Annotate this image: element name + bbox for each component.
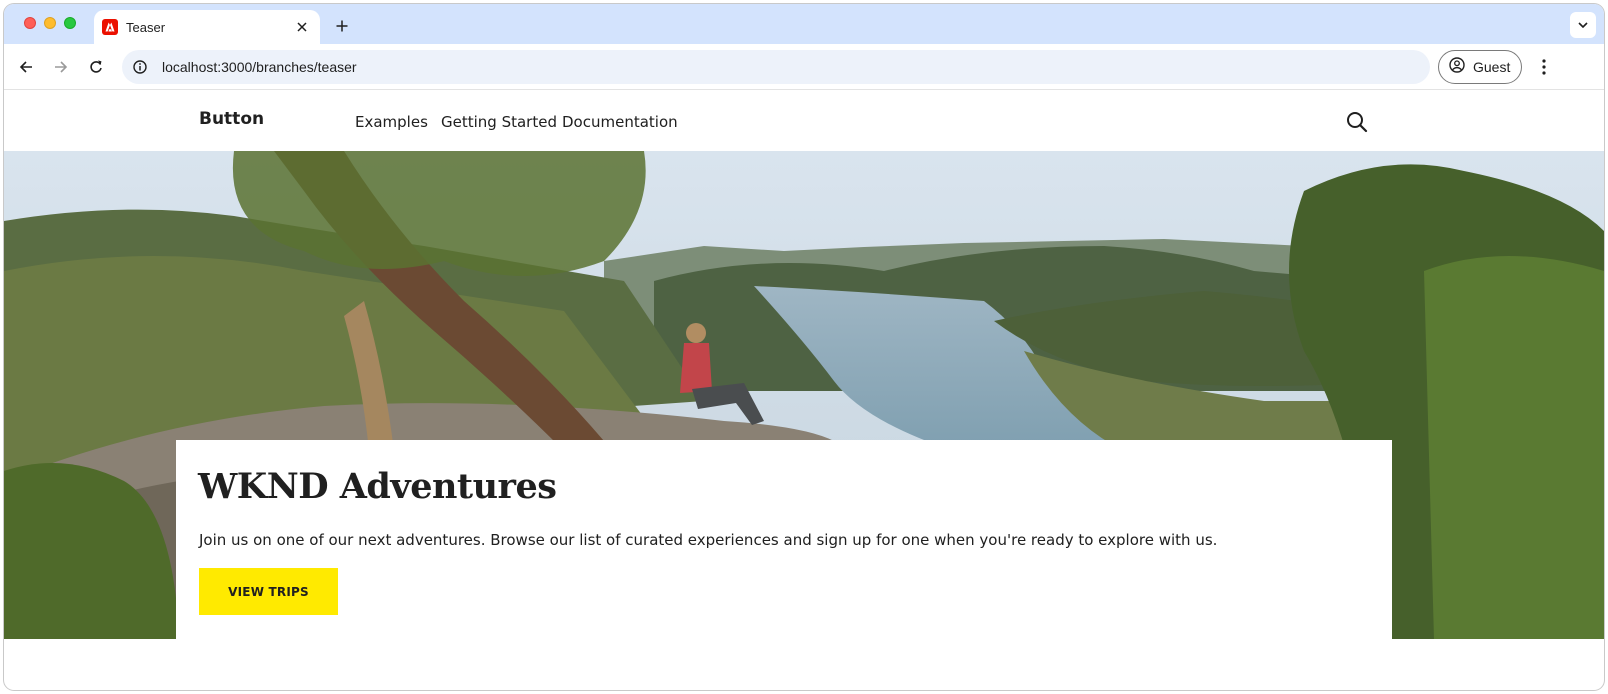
back-icon[interactable] xyxy=(12,53,40,81)
minimize-window-button[interactable] xyxy=(44,17,56,29)
maximize-window-button[interactable] xyxy=(64,17,76,29)
view-trips-button[interactable]: VIEW TRIPS xyxy=(199,568,338,615)
address-bar[interactable]: localhost:3000/branches/teaser xyxy=(122,50,1430,84)
hero-description: Join us on one of our next adventures. B… xyxy=(199,531,1218,549)
site-header: Button Examples Getting Started Document… xyxy=(4,91,1604,151)
url-text: localhost:3000/branches/teaser xyxy=(162,59,357,75)
hero-teaser: WKND Adventures Join us on one of our ne… xyxy=(4,151,1604,639)
tab-strip: Teaser xyxy=(4,4,1604,44)
tab-title: Teaser xyxy=(126,19,166,35)
active-tab[interactable]: Teaser xyxy=(94,10,320,44)
close-window-button[interactable] xyxy=(24,17,36,29)
info-icon[interactable] xyxy=(132,59,148,75)
reload-icon[interactable] xyxy=(82,53,110,81)
plus-icon[interactable] xyxy=(330,14,354,38)
profile-button[interactable]: Guest xyxy=(1438,50,1522,84)
nav-link-documentation[interactable]: Documentation xyxy=(562,113,678,131)
nav-link-examples[interactable]: Examples xyxy=(355,113,428,131)
hero-card: WKND Adventures Join us on one of our ne… xyxy=(176,440,1392,639)
close-icon[interactable] xyxy=(294,19,310,35)
site-brand-link[interactable]: Button xyxy=(199,109,264,129)
search-icon[interactable] xyxy=(1346,111,1368,133)
profile-icon xyxy=(1449,56,1465,78)
profile-label: Guest xyxy=(1473,59,1511,75)
hero-title: WKND Adventures xyxy=(198,466,557,507)
browser-toolbar: localhost:3000/branches/teaser Guest xyxy=(4,44,1604,90)
more-vert-icon[interactable] xyxy=(1532,55,1556,79)
nav-link-getting-started[interactable]: Getting Started xyxy=(441,113,557,131)
adobe-favicon-icon xyxy=(102,19,118,35)
chevron-down-icon[interactable] xyxy=(1570,12,1596,38)
forward-icon[interactable] xyxy=(47,53,75,81)
browser-window: Teaser localhost:3000/branches/teaser Gu… xyxy=(4,4,1604,690)
